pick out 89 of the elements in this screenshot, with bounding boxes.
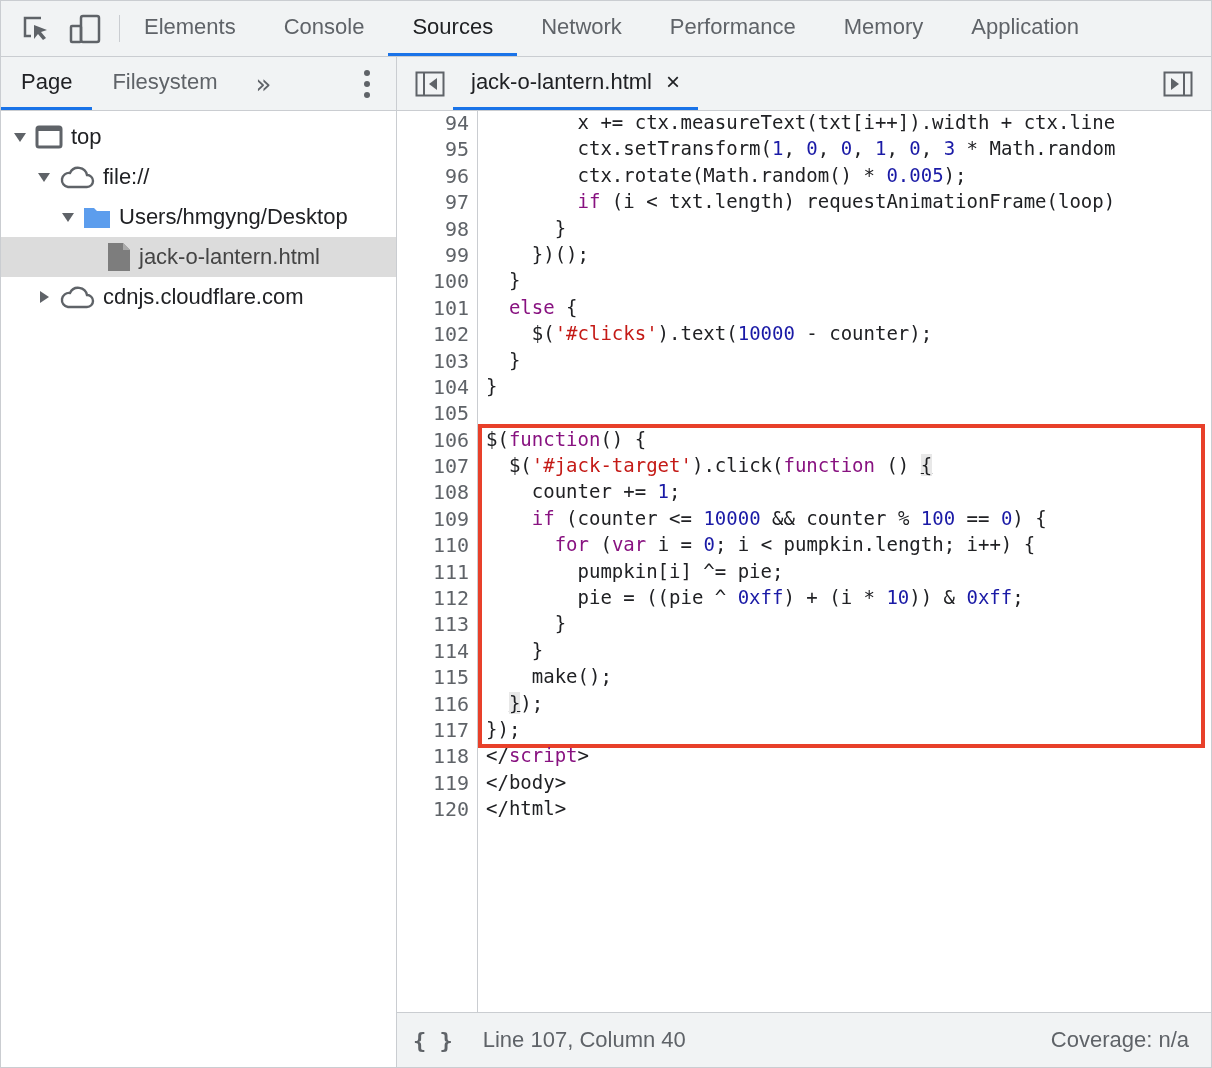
panel-tab[interactable]: Memory — [819, 1, 948, 56]
code-line: })(); — [530, 242, 590, 267]
collapsed-arrow-icon[interactable] — [37, 290, 51, 304]
tree-item-label: top — [71, 124, 102, 150]
line-number: 96 — [443, 163, 470, 190]
code-line: }); — [486, 718, 522, 742]
line-number: 104 — [431, 374, 470, 401]
panel-tab[interactable]: Console — [259, 1, 389, 56]
code-line: ctx.rotate(Math.random() * 0.005); — [576, 163, 968, 188]
line-number: 109 — [431, 506, 470, 533]
code-line: else { — [507, 295, 579, 320]
line-number: 94 — [443, 111, 470, 137]
code-line: } — [553, 612, 568, 637]
cloud-icon — [59, 165, 95, 189]
code-line: $('#jack-target').click(function () { — [507, 454, 934, 479]
navigator-tab[interactable]: Filesystem — [92, 57, 238, 110]
code-line: } — [507, 269, 522, 294]
code-line: $('#clicks').text(10000 - counter); — [530, 322, 934, 347]
code-line: </html> — [486, 797, 568, 822]
toggle-debugger-icon[interactable] — [1163, 70, 1193, 97]
code-line: if (i < txt.length) requestAnimationFrame(loop) — [576, 190, 1117, 215]
line-number: 113 — [431, 612, 470, 639]
tree-item-label: cdnjs.cloudflare.com — [103, 284, 304, 310]
line-number: 119 — [431, 770, 470, 797]
line-number: 114 — [431, 638, 470, 665]
line-number: 106 — [431, 427, 470, 454]
tree-item-label: file:// — [103, 164, 150, 190]
line-number: 111 — [431, 559, 470, 586]
code-line: pie = ((pie ^ 0xff) + (i * 10)) & 0xff; — [576, 586, 1025, 611]
line-number: 97 — [443, 190, 470, 217]
line-number: 103 — [431, 348, 470, 375]
panel-tab[interactable]: Network — [517, 1, 646, 56]
cloud-icon — [59, 285, 95, 309]
tree-item[interactable]: Users/hmgyng/Desktop — [1, 197, 396, 237]
tree-item-label: Users/hmgyng/Desktop — [119, 204, 348, 230]
line-number: 108 — [431, 480, 470, 507]
code-line: $(function() { — [486, 427, 648, 452]
tree-item[interactable]: cdnjs.cloudflare.com — [1, 277, 396, 317]
code-line: }); — [507, 691, 545, 716]
line-number: 115 — [431, 665, 470, 692]
code-line: </body> — [486, 770, 568, 795]
toggle-navigator-icon[interactable] — [415, 70, 445, 97]
expanded-arrow-icon[interactable] — [61, 210, 75, 224]
panel-tab[interactable]: Application — [947, 1, 1103, 56]
tree-item[interactable]: top — [1, 117, 396, 157]
line-number: 120 — [431, 797, 470, 824]
line-number: 102 — [431, 322, 470, 349]
more-tabs-button[interactable]: » — [237, 57, 298, 110]
file-icon — [107, 242, 131, 272]
device-toolbar-icon[interactable] — [69, 13, 101, 44]
line-number: 100 — [431, 269, 470, 296]
line-number: 117 — [431, 718, 470, 744]
panel-tab[interactable]: Elements — [120, 1, 260, 56]
code-line: } — [553, 216, 568, 241]
line-number: 105 — [431, 401, 470, 428]
line-number: 107 — [431, 454, 470, 481]
code-line: } — [507, 348, 522, 373]
code-line: counter += 1; — [530, 480, 682, 505]
tree-item[interactable]: jack-o-lantern.html — [1, 237, 396, 277]
expanded-arrow-icon[interactable] — [37, 170, 51, 184]
pretty-print-button[interactable]: { } — [413, 1027, 453, 1053]
code-line: </script> — [486, 744, 590, 769]
more-options-icon[interactable] — [364, 69, 370, 98]
navigator-tab[interactable]: Page — [1, 57, 93, 110]
panel-tab[interactable]: Performance — [645, 1, 820, 56]
tree-item-label: jack-o-lantern.html — [139, 244, 320, 270]
line-number: 101 — [431, 295, 470, 322]
line-number: 98 — [443, 216, 470, 243]
line-number: 118 — [431, 744, 470, 771]
code-line: ctx.setTransform(1, 0, 0, 1, 0, 3 * Math.random — [576, 137, 1117, 162]
cursor-position: Line 107, Column 40 — [482, 1027, 686, 1053]
coverage-status: Coverage: n/a — [1050, 1027, 1189, 1053]
line-number: 99 — [443, 242, 470, 269]
line-number: 110 — [431, 533, 470, 560]
expanded-arrow-icon[interactable] — [13, 130, 27, 144]
line-number: 112 — [431, 586, 470, 613]
tree-item[interactable]: file:// — [1, 157, 396, 197]
code-line: x += ctx.measureText(txt[i++]).width + ctx.line — [576, 111, 1117, 135]
close-tab-button[interactable]: × — [665, 68, 680, 96]
code-line: make(); — [530, 665, 613, 690]
code-line: if (counter <= 10000 && counter % 100 == 0) { — [530, 506, 1048, 531]
line-number: 95 — [443, 137, 470, 164]
folder-icon — [83, 205, 111, 229]
code-line: } — [530, 638, 545, 663]
code-line: pumpkin[i] ^= pie; — [576, 559, 785, 584]
code-line: for (var i = 0; i < pumpkin.length; i++) { — [553, 533, 1037, 558]
window-icon — [35, 125, 63, 149]
line-number: 116 — [431, 691, 470, 718]
code-line: } — [486, 374, 499, 399]
